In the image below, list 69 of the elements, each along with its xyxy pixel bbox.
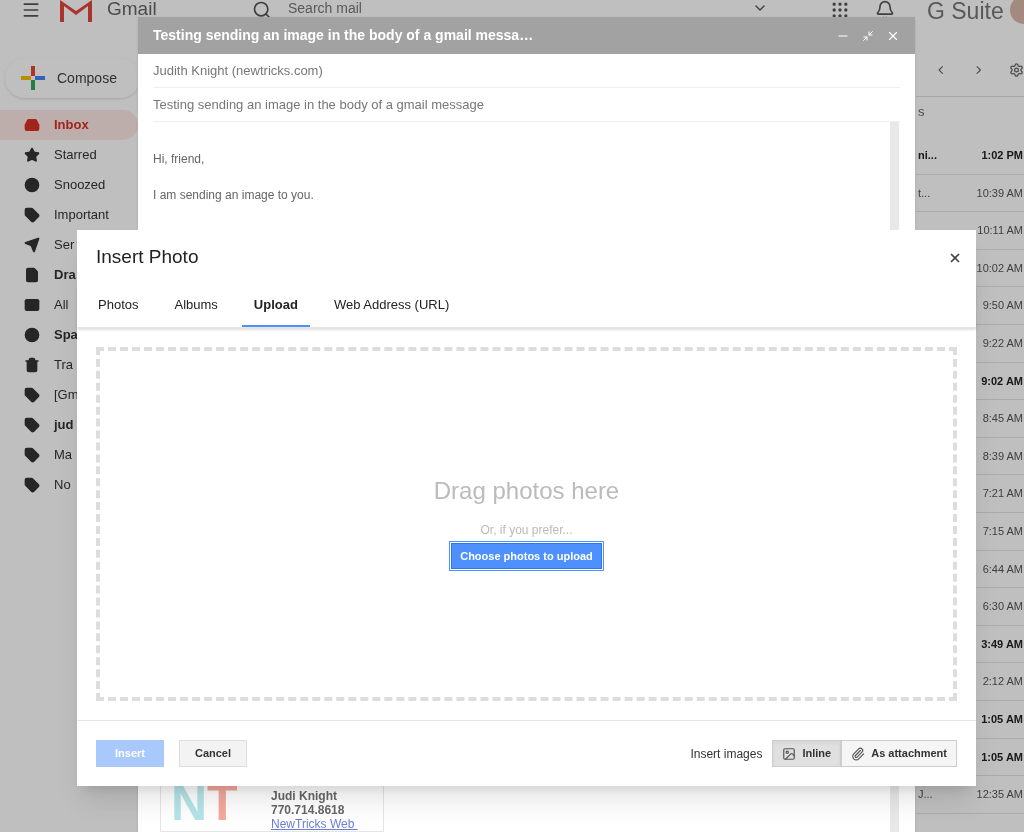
menu-icon[interactable] [21, 0, 41, 20]
dialog-title: Insert Photo [96, 245, 199, 270]
tag-icon [24, 417, 40, 433]
mail-row[interactable]: ni... 1:02 PM [916, 137, 1024, 175]
mail-time: 10:39 AM [976, 185, 1024, 201]
send-icon [24, 237, 40, 253]
tag-icon [24, 447, 40, 463]
cancel-button[interactable]: Cancel [179, 740, 247, 767]
mail-time: 9:50 AM [982, 298, 1024, 314]
drop-title: Drag photos here [433, 476, 620, 506]
mail-time: 7:15 AM [982, 524, 1024, 539]
mail-time: 3:49 AM [981, 636, 1024, 652]
sidebar-item[interactable]: Important [0, 200, 138, 230]
file-icon [24, 267, 40, 283]
compose-button[interactable]: Compose [5, 58, 140, 98]
insert-images-label: Insert images [690, 745, 763, 763]
tag-icon [24, 477, 40, 493]
sidebar-item[interactable]: Starred [0, 140, 138, 170]
mail-time: 1:05 AM [981, 749, 1024, 765]
signature-link[interactable]: NewTricks Web [271, 817, 358, 831]
mail-snippet: t... [917, 185, 931, 201]
dialog-tab[interactable]: Upload [241, 285, 310, 327]
mail-time: 9:02 AM [981, 373, 1024, 389]
trash-icon [24, 357, 40, 373]
paperclip-icon [851, 746, 866, 761]
inbox-icon [24, 117, 40, 133]
tag-icon [24, 387, 40, 403]
logo-letter: N [171, 778, 208, 828]
mail-time: 10:11 AM [977, 223, 1024, 239]
image-icon [782, 746, 797, 761]
dialog-tab[interactable]: Albums [162, 285, 230, 327]
app-name: Gmail [107, 0, 157, 17]
mail-time: 1:02 PM [981, 148, 1024, 164]
dialog-tab[interactable]: Web Address (URL) [321, 285, 462, 327]
star-icon [24, 147, 40, 163]
search-icon[interactable] [252, 0, 272, 20]
sidebar-item[interactable]: Snoozed [0, 170, 138, 200]
list-header-text: s [917, 102, 925, 121]
mail-time: 1:05 AM [981, 711, 1024, 727]
settings-icon[interactable] [1009, 60, 1024, 80]
mail-snippet: J... [917, 787, 933, 803]
mail-time: 8:45 AM [982, 411, 1024, 427]
gmail-logo-icon [58, 0, 94, 22]
subject-text: Testing sending an image in the body of a gmail message [153, 95, 484, 114]
message-text: I am sending an image to you. [153, 187, 315, 204]
mail-time: 6:30 AM [982, 599, 1024, 615]
recipient-text: Judith Knight (newtricks.com) [153, 61, 323, 80]
sidebar-item[interactable]: Inbox [0, 110, 138, 140]
plus-icon [21, 66, 45, 90]
drop-hint: Or, if you prefer... [480, 522, 573, 539]
signature-phone: 770.714.8618 [271, 803, 346, 817]
mail-time: 9:22 AM [982, 336, 1024, 351]
compose-title: Testing sending an image in the body of a gmail messa… [153, 26, 535, 45]
message-text: Hi, friend, [153, 151, 206, 168]
tag-icon [24, 207, 40, 223]
mail-time: 6:44 AM [982, 561, 1024, 577]
insert-mode-button[interactable]: Inline [772, 740, 842, 767]
mail-snippet: ni... [917, 148, 937, 164]
search-field[interactable]: Search mail [288, 0, 362, 16]
mail-time: 7:21 AM [982, 486, 1024, 502]
brand-name: G Suite [927, 0, 1004, 26]
insert-mode-button[interactable]: As attachment [841, 740, 957, 767]
mail-time: 2:12 AM [982, 674, 1024, 690]
mail-time: 10:02 AM [976, 260, 1024, 276]
mail-row[interactable]: t... 10:39 AM [916, 174, 1024, 213]
mail-time: 12:35 AM [976, 787, 1024, 803]
signature-name: Judi Knight [271, 789, 338, 803]
mail-time: 8:39 AM [982, 448, 1024, 464]
exit-fullscreen-icon[interactable] [862, 29, 874, 42]
